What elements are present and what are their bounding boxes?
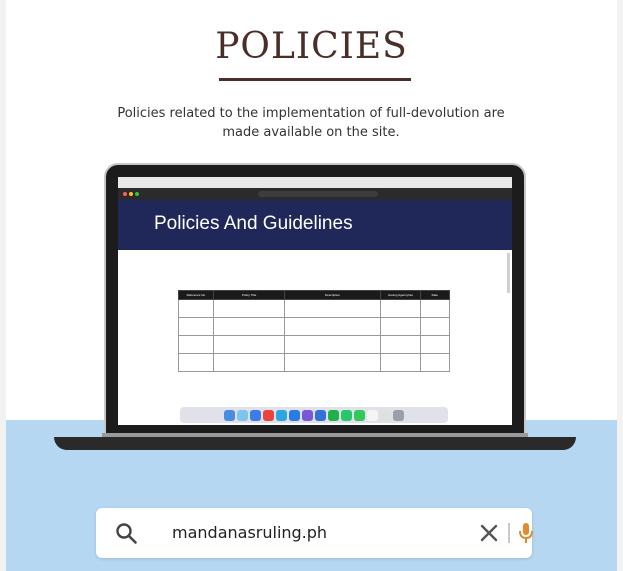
table-row <box>177 335 451 354</box>
page-scrollbar <box>507 253 510 293</box>
table-header-cell: Policy Title <box>213 290 285 300</box>
policies-table: Reference No. Policy Title Description I… <box>177 290 451 372</box>
close-dot-icon <box>123 192 127 196</box>
launchpad-icon <box>237 409 248 421</box>
phone-icon <box>354 409 365 421</box>
safari-icon <box>250 409 261 421</box>
search-bar[interactable]: mandanasruling.ph <box>96 508 533 558</box>
hero-banner: Policies And Guidelines <box>118 200 512 250</box>
microphone-icon[interactable] <box>516 520 536 546</box>
title-underline <box>219 78 411 81</box>
search-input[interactable]: mandanasruling.ph <box>172 523 327 542</box>
maximize-dot-icon <box>135 192 139 196</box>
search-icon[interactable] <box>114 521 138 545</box>
table-row <box>177 299 451 318</box>
chrome-icon <box>263 409 274 421</box>
policies-card: POLICIES Policies related to the impleme… <box>6 0 617 571</box>
files-icon <box>315 409 326 421</box>
clear-icon[interactable] <box>478 522 500 544</box>
messages-icon <box>328 409 339 421</box>
finder-icon <box>224 409 235 421</box>
minimize-dot-icon <box>129 192 133 196</box>
page-title: POLICIES <box>215 26 408 67</box>
browser-toolbar <box>118 188 512 200</box>
table-header-cell: Issuing Agency/ies <box>380 290 421 300</box>
laptop-base <box>54 437 576 450</box>
table-header-cell: Description <box>283 290 382 300</box>
table-header-cell: Reference No. <box>177 290 215 300</box>
facetime-icon <box>341 409 352 421</box>
mac-dock <box>180 407 448 423</box>
search-divider <box>508 523 510 543</box>
table-header-row: Reference No. Policy Title Description I… <box>177 290 451 300</box>
app-icon <box>302 409 313 421</box>
hero-title: Policies And Guidelines <box>154 213 353 234</box>
mac-menubar <box>118 177 512 188</box>
settings-icon <box>380 409 391 421</box>
page-subtitle: Policies related to the implementation o… <box>117 106 505 140</box>
laptop-screen: Policies And Guidelines Reference No. Po… <box>118 177 512 425</box>
trash-icon <box>393 409 404 421</box>
browser-icon <box>276 409 287 421</box>
table-row <box>177 317 451 336</box>
calendar-icon <box>367 409 378 421</box>
photoshop-icon <box>289 409 300 421</box>
browser-url-bar <box>258 191 378 197</box>
table-row <box>177 353 451 372</box>
table-header-cell: Date <box>419 290 451 300</box>
laptop-lid: Policies And Guidelines Reference No. Po… <box>104 163 526 435</box>
